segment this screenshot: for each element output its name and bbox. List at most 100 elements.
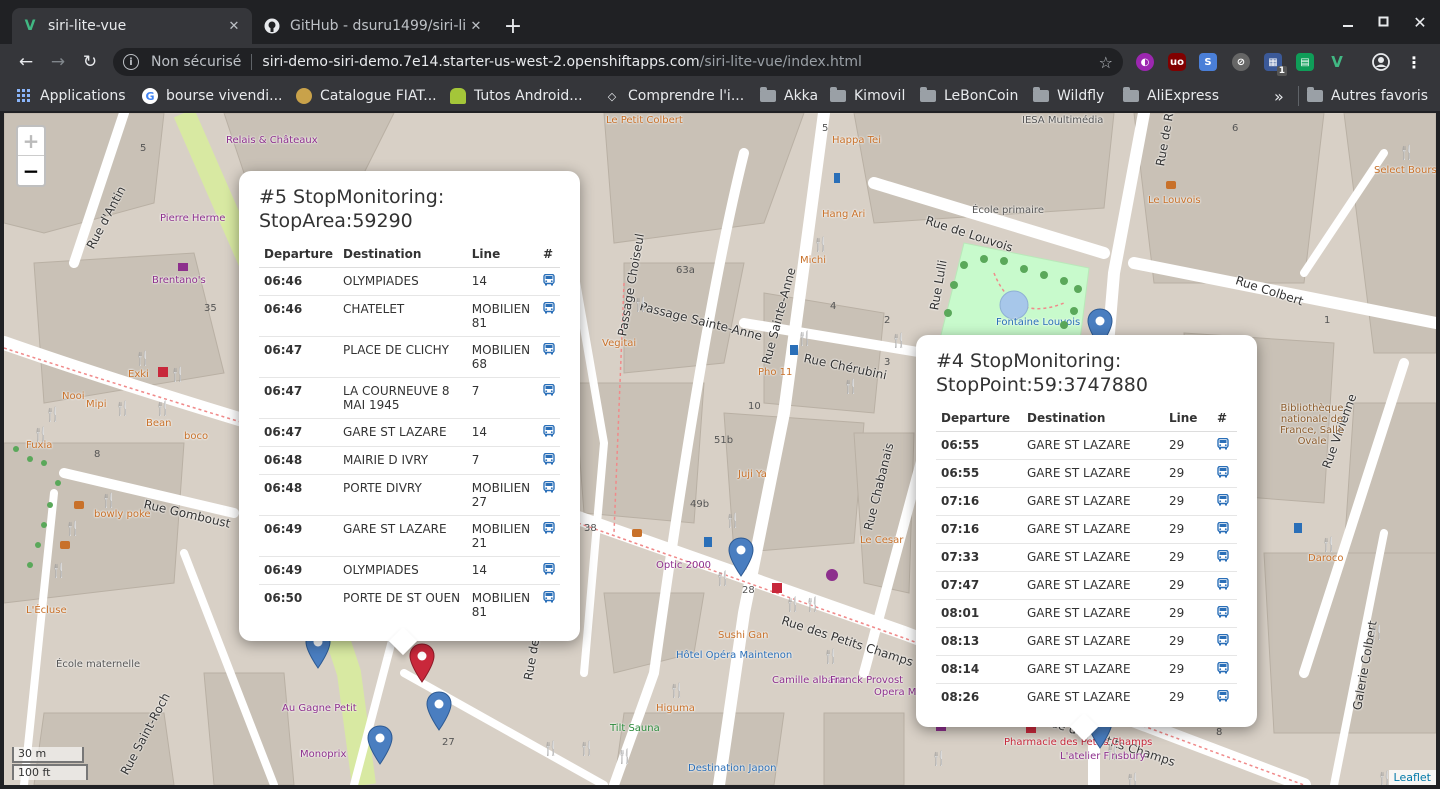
cell-mode [1212,599,1237,628]
ublock-icon[interactable]: uo [1168,53,1186,71]
cell-line: 29 [1164,627,1212,656]
extension-sheet-icon[interactable]: ▤ [1296,53,1314,71]
cell-departure: 06:55 [936,459,1022,488]
address-bar[interactable]: i Non sécurisé siri-demo-siri-demo.7e14.… [113,48,1123,76]
forward-icon[interactable]: → [46,50,70,74]
maximize-icon[interactable] [1372,10,1396,34]
bookmark-folder-kimovil[interactable]: Kimovil [830,86,905,106]
menu-kebab-icon[interactable]: ⋮ [1405,53,1423,72]
extension-s-icon[interactable]: S [1199,53,1217,71]
minimize-icon[interactable] [1336,10,1360,34]
table-row: 06:49 GARE ST LAZARE MOBILIEN 21 [259,515,560,557]
cell-line: MOBILIEN 27 [466,474,538,516]
bus-icon[interactable] [543,481,555,493]
bus-icon[interactable] [543,563,555,575]
tab-title: GitHub - dsuru1499/siri-li [290,18,467,34]
bus-icon[interactable] [1217,466,1229,478]
cell-mode [1212,459,1237,488]
bus-icon[interactable] [543,384,555,396]
bus-icon[interactable] [1217,578,1229,590]
extension-icon[interactable]: ◐ [1136,53,1154,71]
cell-line: 29 [1164,571,1212,600]
map-marker-blue[interactable] [728,537,754,577]
bus-icon[interactable] [1217,690,1229,702]
bus-icon[interactable] [1217,550,1229,562]
popup-title-line: #4 StopMonitoring: [936,350,1122,372]
table-row: 07:16 GARE ST LAZARE 29 [936,515,1237,544]
map-marker-blue[interactable] [367,725,393,765]
close-tab-icon[interactable]: ✕ [468,18,484,34]
bus-icon[interactable] [1217,634,1229,646]
cell-departure: 06:48 [259,474,339,516]
column-header: Destination [1022,405,1164,432]
bookmark-android[interactable]: Tutos Android... [450,86,583,106]
bookmark-folder-wildfly[interactable]: Wildfly [1033,86,1104,106]
cell-destination: GARE ST LAZARE [338,515,467,557]
tab-siri-lite-vue[interactable]: V siri-lite-vue ✕ [12,8,252,44]
table-header-row: Departure Destination Line # [936,405,1237,432]
departures-table-body: 06:55 GARE ST LAZARE 29 06:55 GARE ST LAZARE… [936,431,1237,711]
bookmarks-overflow-button[interactable]: » [1274,86,1284,106]
cell-mode [537,515,560,557]
reload-icon[interactable]: ↻ [78,50,102,74]
tab-github[interactable]: GitHub - dsuru1499/siri-li ✕ [254,8,494,44]
bus-icon[interactable] [1217,438,1229,450]
bus-icon[interactable] [1217,522,1229,534]
cell-line: 29 [1164,655,1212,684]
cell-destination: CHATELET [338,295,467,337]
bookmark-comprendre[interactable]: ◇ Comprendre l'i... [604,86,744,106]
cell-mode [537,336,560,378]
bus-icon[interactable] [1217,494,1229,506]
bookmark-applications[interactable]: Applications [16,86,126,106]
bus-icon[interactable] [1217,606,1229,618]
other-bookmarks-folder[interactable]: Autres favoris [1298,86,1428,106]
poi-label: Bibliothèque nationale de France, Salle … [1280,403,1344,447]
cell-departure: 08:14 [936,655,1022,684]
bookmark-fiat[interactable]: Catalogue FIAT... [296,86,437,106]
bookmark-folder-leboncoin[interactable]: LeBonCoin [920,86,1018,106]
bus-icon[interactable] [1217,662,1229,674]
cell-destination: PORTE DE ST OUEN [338,584,467,625]
poi-label: Destination Japon [688,763,777,774]
poi-label: Happa Tei [832,135,881,146]
bookmark-folder-akka[interactable]: Akka [760,86,818,106]
table-header-row: Departure Destination Line # [259,241,560,268]
map-marker-red-selected[interactable] [409,643,435,683]
new-tab-icon[interactable]: + [500,13,526,39]
departures-table: Departure Destination Line # 06:46 OLYMPI… [259,241,560,625]
zoom-out-button[interactable]: − [18,156,44,185]
close-tab-icon[interactable]: ✕ [226,18,242,34]
zoom-in-button[interactable]: + [18,127,44,156]
bookmark-folder-aliexpress[interactable]: AliExpress [1123,86,1219,106]
back-icon[interactable]: ← [14,50,38,74]
close-window-icon[interactable]: ✕ [1408,10,1432,34]
bookmark-star-icon[interactable]: ☆ [1099,53,1113,72]
extension-badge-icon[interactable]: 1 ▦ [1264,53,1287,76]
poi-label: Fontaine Louvois [996,317,1081,328]
map-view[interactable]: Rue d'Antin Rue Gomboust Rue de Louvois … [4,113,1436,785]
map-attribution-link[interactable]: Leaflet [1388,770,1436,785]
github-icon [264,18,280,34]
bus-icon[interactable] [543,343,555,355]
popup-title-line: StopPoint:59:3747880 [936,374,1148,396]
column-header: Line [1164,405,1212,432]
bus-icon[interactable] [543,302,555,314]
cell-mode [537,267,560,296]
bookmark-label: Tutos Android... [474,88,583,104]
bookmark-bourse[interactable]: Gbourse vivendi... [142,86,283,106]
poi-label: bowly poke [94,509,151,520]
bus-icon[interactable] [543,522,555,534]
bus-icon[interactable] [543,274,555,286]
extension-ghost-icon[interactable]: ⊘ [1232,53,1250,71]
bus-icon[interactable] [543,453,555,465]
bus-icon[interactable] [543,591,555,603]
departures-table: Departure Destination Line # 06:55 GARE S… [936,405,1237,711]
bus-icon[interactable] [543,425,555,437]
bookmark-label: Akka [784,88,819,104]
map-marker-blue[interactable] [426,691,452,731]
profile-icon[interactable] [1372,53,1390,71]
cell-line: 29 [1164,487,1212,516]
info-icon[interactable]: i [123,54,139,70]
vue-devtools-icon[interactable]: V [1328,53,1346,71]
cell-line: 14 [466,418,538,447]
